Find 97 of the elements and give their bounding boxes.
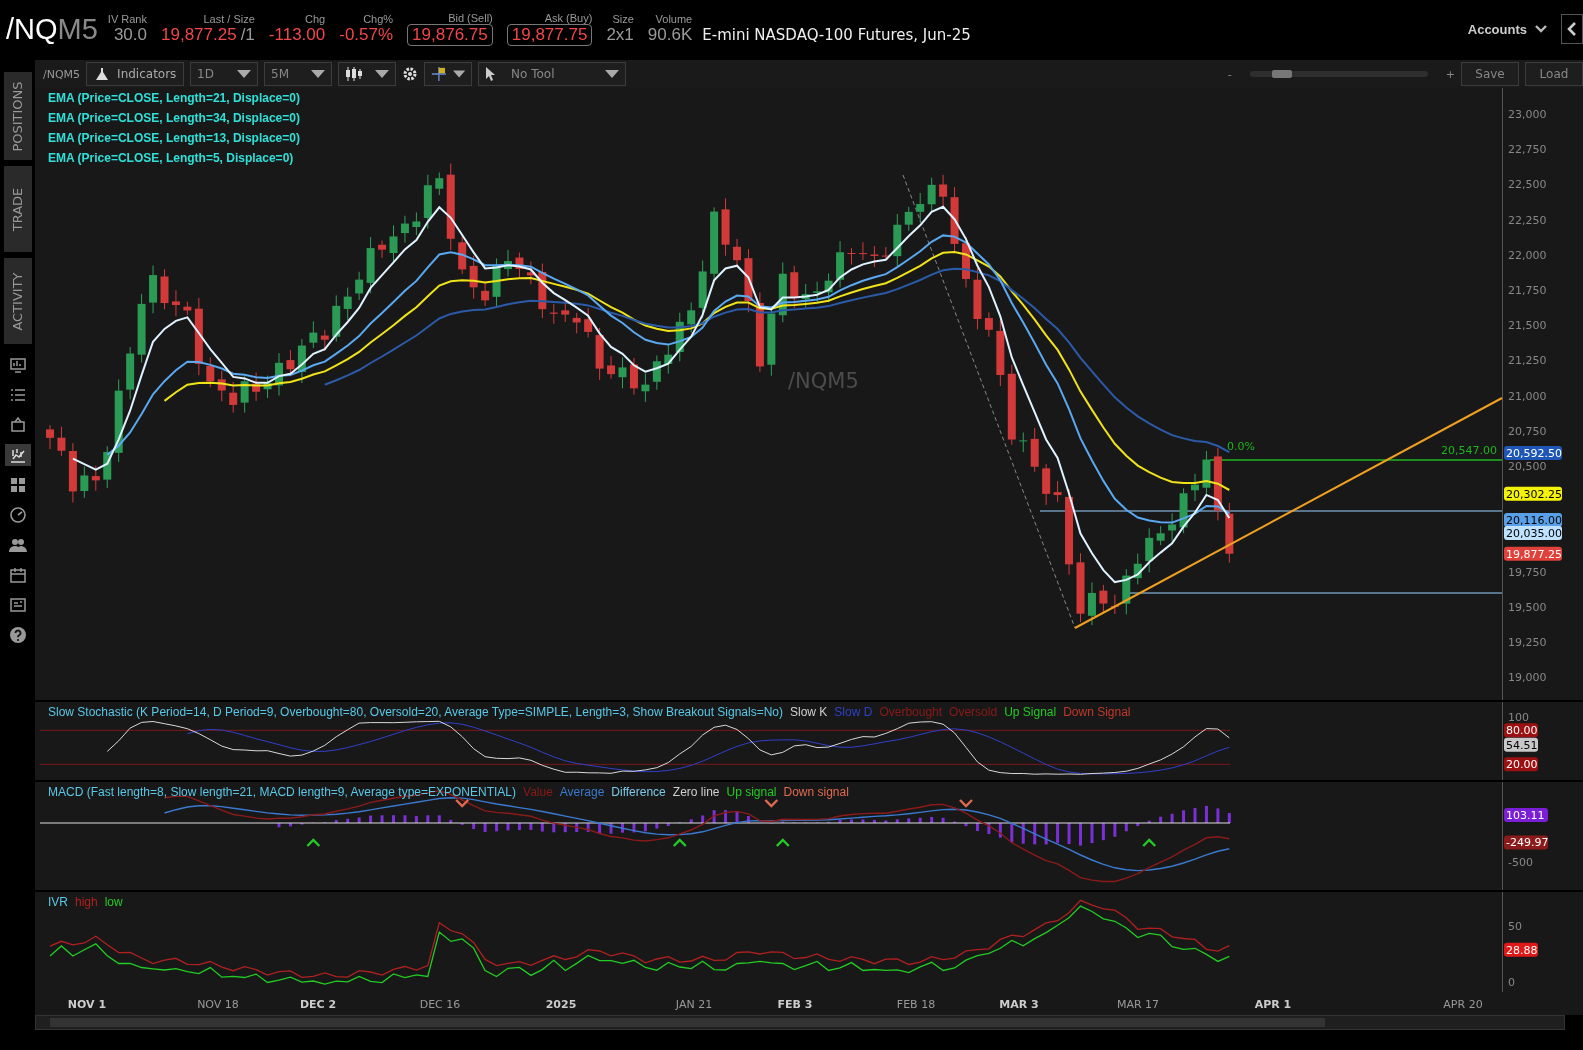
date-label: JAN 21	[675, 998, 713, 1011]
date-label: NOV 1	[67, 998, 107, 1011]
value-badge: 54.51	[1504, 737, 1538, 752]
axis-label: 22,250	[1508, 213, 1547, 227]
legend-label: Slow D	[834, 705, 873, 719]
date-label: FEB 18	[896, 998, 936, 1011]
study-label[interactable]: EMA (Price=CLOSE, Length=5, Displace=0)	[48, 151, 300, 165]
quote-label: Size	[612, 13, 634, 25]
axis-label: 21,000	[1508, 389, 1547, 403]
date-label: MAR 17	[1116, 998, 1160, 1011]
value-badge: 20.00	[1504, 757, 1538, 772]
price-badge: 20,116.00	[1504, 513, 1562, 528]
quote-label: Bid (Sell)	[448, 12, 493, 24]
date-label: NOV 18	[197, 998, 239, 1011]
axis-label: 23,000	[1508, 108, 1547, 121]
study-label[interactable]: EMA (Price=CLOSE, Length=34, Displace=0)	[48, 111, 300, 125]
quote-value: 2x1	[606, 25, 634, 45]
axis-label: 21,500	[1508, 319, 1547, 333]
instrument-description: E-mini NASDAQ-100 Futures, Jun-25	[702, 26, 971, 44]
date-label: APR 1	[1254, 998, 1292, 1011]
timeframe-dropdown[interactable]: 1D	[190, 62, 259, 86]
date-label: 2025	[545, 998, 577, 1011]
axis-label: 19,000	[1508, 671, 1547, 685]
legend-label: low	[104, 895, 123, 909]
quote-label: IV Rank	[107, 13, 147, 25]
price-box[interactable]: 19,877.75	[506, 24, 593, 46]
price-level-label: 20,547.00	[1441, 444, 1497, 457]
quote-value: 90.6K	[647, 25, 693, 45]
quote-label: Chg	[305, 13, 326, 25]
zoom-in-button[interactable]: +	[1445, 67, 1455, 81]
legend-label: Up signal	[726, 785, 777, 799]
chart-symbol: /NQM5	[43, 67, 81, 81]
drawing-tool-dropdown[interactable]: No Tool	[478, 62, 627, 86]
value-badge: 80.00	[1504, 723, 1538, 738]
quote-label: Volume	[655, 13, 693, 25]
quote-label: Last / Size	[203, 13, 255, 25]
load-button[interactable]: Load	[1525, 62, 1583, 86]
axis-label: 22,750	[1508, 143, 1547, 157]
legend-label: Oversold	[949, 705, 998, 719]
legend-label: Slow K	[790, 705, 828, 719]
legend-label: Up Signal	[1004, 705, 1057, 719]
legend-label: Down signal	[783, 785, 849, 799]
axis-label: 100	[1508, 711, 1529, 724]
side-tab[interactable]: ACTIVITY	[3, 258, 32, 344]
side-tab[interactable]: TRADE	[3, 166, 32, 252]
legend-label: Overbought	[879, 705, 943, 719]
axis-label: 22,000	[1508, 248, 1547, 262]
axis-label: 19,750	[1508, 565, 1547, 579]
legend-label: Difference	[611, 785, 666, 799]
quote-value: -0.57%	[339, 25, 394, 45]
axis-label: 21,750	[1508, 284, 1547, 297]
axis-label: -500	[1508, 856, 1533, 869]
quote-value: 19,877.25	[161, 25, 237, 45]
accounts-dropdown[interactable]: Accounts	[1461, 20, 1553, 38]
axis-label: 22,500	[1508, 178, 1547, 192]
axis-label: 0	[1508, 976, 1515, 989]
legend-label: MACD (Fast length=8, Slow length=21, MACD length=9, Average type=EXPONENTIAL)	[48, 785, 516, 799]
axis-label: 19,500	[1508, 600, 1547, 614]
quote-size: /1	[240, 25, 255, 45]
price-badge: 19,877.25	[1504, 546, 1562, 561]
price-box[interactable]: 19,876.75	[407, 24, 493, 46]
axis-label: 20,500	[1508, 460, 1547, 473]
side-tab[interactable]: POSITIONS	[3, 72, 32, 160]
study-label[interactable]: EMA (Price=CLOSE, Length=13, Displace=0)	[48, 131, 300, 145]
quote-label: Chg%	[363, 13, 394, 25]
indicators-button[interactable]: Indicators	[86, 62, 185, 86]
fib-label: 0.0%	[1227, 440, 1255, 453]
legend-label: Slow Stochastic (K Period=14, D Period=9, Overbought=80, Oversold=20, Average Type=SIMPLE, Length=3, Show Breakout Signals=No)	[48, 705, 783, 719]
date-label: DEC 2	[299, 998, 337, 1011]
value-badge: -249.97	[1504, 835, 1549, 850]
save-button[interactable]: Save	[1461, 62, 1519, 86]
legend-label: Down Signal	[1063, 705, 1131, 719]
axis-label: 19,250	[1508, 636, 1547, 649]
quote-label: Ask (Buy)	[544, 12, 593, 24]
study-label[interactable]: EMA (Price=CLOSE, Length=21, Displace=0)	[48, 91, 300, 105]
quote-value: -113.00	[268, 25, 326, 45]
date-label: MAR 3	[999, 998, 1039, 1011]
legend-label: IVR	[48, 895, 68, 909]
price-badge: 20,592.50	[1504, 446, 1562, 460]
price-badge: 20,035.00	[1504, 526, 1562, 541]
legend-label: Value	[523, 785, 553, 799]
axis-label: 50	[1508, 920, 1522, 933]
aggregation-dropdown[interactable]: 5M	[264, 62, 333, 86]
date-label: FEB 3	[777, 998, 813, 1011]
date-label: APR 20	[1443, 998, 1483, 1011]
legend-label: Average	[559, 785, 605, 799]
axis-label: 20,750	[1508, 424, 1547, 438]
price-badge: 20,302.25	[1504, 486, 1562, 501]
date-label: DEC 16	[419, 998, 461, 1011]
zoom-out-button[interactable]: -	[1227, 67, 1232, 81]
quote-value: 30.0	[113, 25, 147, 45]
axis-label: 21,250	[1508, 354, 1547, 368]
legend-label: high	[75, 895, 98, 909]
symbol-title: /NQM5	[6, 12, 98, 46]
value-badge: 103.11	[1504, 807, 1548, 822]
value-badge: 28.88	[1504, 942, 1538, 957]
legend-label: Zero line	[672, 785, 720, 799]
